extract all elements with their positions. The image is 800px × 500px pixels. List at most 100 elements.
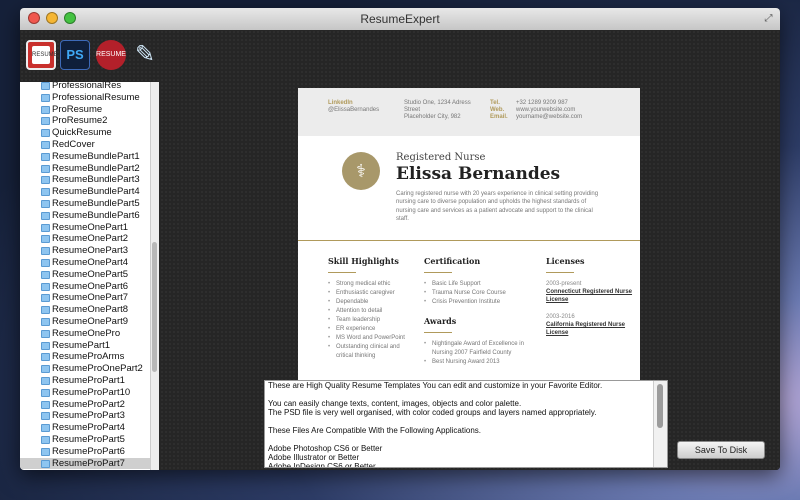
fullscreen-icon[interactable]: ⤢ [763,13,774,24]
template-list-item[interactable]: ResumeBundlePart4 [20,186,150,198]
app-window: ResumeExpert ⤢ RESUME PS RESUME ✎ Profes… [20,8,780,470]
template-list-item[interactable]: ProfessionalResume [20,92,150,104]
template-list-item-label: ResumeOnePart2 [52,233,129,245]
address-line-3: Placeholder City, 982 [404,114,461,120]
resume-name: Elissa Bernandes [396,164,561,184]
template-list-item[interactable]: ResumeBundlePart6 [20,210,150,222]
template-list-item[interactable]: ResumeOnePart4 [20,257,150,269]
resume-preview: LinkedIn @ElissaBernandes Studio One, 12… [298,88,640,388]
template-list-item-label: ResumeProPart4 [52,422,125,434]
licenses-underline [546,272,574,273]
template-list-item[interactable]: ProResume [20,104,150,116]
template-list-item[interactable]: ResumeOnePart6 [20,281,150,293]
license-entry: 2003-2016 California Registered Nurse Li… [546,313,636,337]
folder-icon [41,188,50,197]
template-list-item[interactable]: ResumeProPart1 [20,375,150,387]
skills-underline [328,272,356,273]
template-list-item[interactable]: ResumeProPart7 [20,457,150,470]
badge-tool-icon[interactable]: RESUME [96,40,126,70]
email-value: yourname@website.com [516,114,583,120]
template-list: ProfessionalRes ProfessionalResume ProResu… [20,82,150,470]
folder-icon [41,258,50,267]
template-list-item[interactable]: ProResume2 [20,115,150,127]
folder-icon [41,152,50,161]
template-list-item[interactable]: ResumeOnePart8 [20,304,150,316]
template-list-item[interactable]: ProfessionalRes [20,82,150,92]
email-label: Email. [490,114,508,120]
skill-item: Dependable [328,298,414,307]
folder-icon [41,247,50,256]
template-list-item[interactable]: ResumeOnePart7 [20,292,150,304]
template-list-item[interactable]: ResumeOnePart5 [20,269,150,281]
template-list-item[interactable]: ResumeProOnePart2 [20,363,150,375]
sidebar-scrollbar[interactable] [150,82,159,470]
template-list-item-label: ResumeProArms [52,351,125,363]
template-list-item[interactable]: ResumeBundlePart2 [20,163,150,175]
folder-icon [41,129,50,138]
template-list-item-label: ResumeProPart2 [52,398,125,410]
linkedin-value: @ElissaBernandes [328,107,380,113]
template-list-item-label: ProResume2 [52,115,108,127]
title-bar[interactable]: ResumeExpert ⤢ [20,8,780,31]
template-list-sidebar[interactable]: ProfessionalRes ProfessionalResume ProResu… [20,82,150,470]
template-list-item[interactable]: ResumePart1 [20,340,150,352]
template-list-item[interactable]: ResumeOnePart9 [20,316,150,328]
template-list-item[interactable]: ResumeBundlePart1 [20,151,150,163]
template-list-item-label: ResumeOnePart8 [52,304,129,316]
template-list-item-label: ResumeBundlePart5 [52,197,140,209]
template-list-item[interactable]: ResumeProPart5 [20,434,150,446]
resume-tool-label: RESUME [32,46,58,64]
description-textarea[interactable]: These are High Quality Resume Templates … [264,380,668,468]
template-list-item[interactable]: ResumeProPart6 [20,446,150,458]
folder-icon [41,294,50,303]
template-list-item[interactable]: QuickResume [20,127,150,139]
skill-item: Attention to detail [328,307,414,316]
folder-icon [41,459,50,468]
skills-heading: Skill Highlights [328,256,399,266]
certification-item: Trauma Nurse Core Course [424,289,536,298]
template-list-item-label: ResumeOnePart5 [52,268,129,280]
description-scrollbar[interactable] [653,381,667,467]
template-list-item-label: ResumeOnePart6 [52,280,129,292]
license-years: 2003-present [546,281,582,287]
awards-underline [424,332,452,333]
template-list-item[interactable]: ResumeBundlePart5 [20,198,150,210]
skill-item: ER experience [328,325,414,334]
template-list-item[interactable]: ResumeProPart2 [20,399,150,411]
template-list-item[interactable]: ResumeOnePart3 [20,245,150,257]
template-list-item-label: ProfessionalResume [52,91,140,103]
template-list-item[interactable]: RedCover [20,139,150,151]
template-list-item[interactable]: ResumeProPart10 [20,387,150,399]
folder-icon [41,435,50,444]
template-list-item[interactable]: ResumeProPart4 [20,422,150,434]
save-to-disk-button[interactable]: Save To Disk [677,441,765,459]
template-list-item-label: ResumeProPart10 [52,386,131,398]
folder-icon [41,317,50,326]
address-line-1: Studio One, 1234 Adress [404,100,471,106]
skill-item: MS Word and PowerPoint [328,334,414,343]
web-value: www.yourwebsite.com [516,107,576,113]
pen-edit-icon[interactable]: ✎ [130,40,160,70]
license-entry: 2003-present Connecticut Registered Nurs… [546,280,636,304]
template-list-item-label: ResumeOnePro [52,327,121,339]
description-scroll-thumb[interactable] [657,384,663,428]
folder-icon [41,412,50,421]
template-list-item-label: ResumeBundlePart1 [52,150,140,162]
photoshop-icon[interactable]: PS [60,40,90,70]
template-list-item[interactable]: ResumeBundlePart3 [20,174,150,186]
template-list-item[interactable]: ResumeOnePart2 [20,233,150,245]
licenses-heading: Licenses [546,256,585,266]
sidebar-scroll-thumb[interactable] [152,242,157,372]
template-list-item[interactable]: ResumeProArms [20,351,150,363]
template-list-item[interactable]: ResumeOnePro [20,328,150,340]
template-list-item[interactable]: ResumeProPart3 [20,410,150,422]
folder-icon [41,306,50,315]
template-list-item-label: ResumeProPart6 [52,445,125,457]
template-list-item-label: ResumeBundlePart3 [52,174,140,186]
award-item: Nightingale Award of Excellence in Nursi… [424,340,536,358]
resume-tool-icon[interactable]: RESUME [26,40,58,70]
template-list-item-label: ResumeProPart1 [52,374,125,386]
template-list-item-label: ResumeOnePart7 [52,292,129,304]
award-item: Best Nursing Award 2013 [424,358,536,367]
template-list-item[interactable]: ResumeOnePart1 [20,222,150,234]
